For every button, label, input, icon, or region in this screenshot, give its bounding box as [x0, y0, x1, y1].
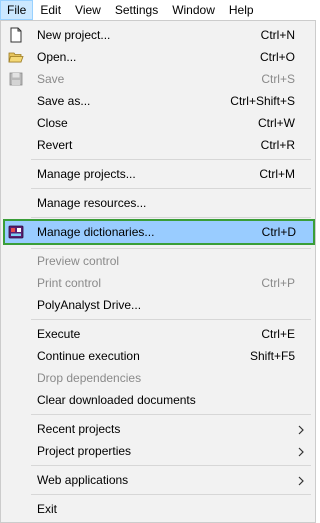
menu-item-label: Continue execution: [37, 349, 140, 363]
menu-item-open[interactable]: Open... Ctrl+O: [3, 46, 313, 68]
menu-item-manage-projects[interactable]: Manage projects... Ctrl+M: [3, 163, 313, 185]
menu-bar: File Edit View Settings Window Help: [0, 0, 316, 20]
menu-item-label: Exit: [37, 502, 58, 516]
menu-item-label: Recent projects: [37, 422, 121, 436]
menu-item-shortcut: Ctrl+N: [260, 28, 295, 42]
menu-item-label: Manage dictionaries...: [37, 225, 155, 239]
menu-item-shortcut: Ctrl+R: [260, 138, 295, 152]
menu-item-label: Web applications: [37, 473, 129, 487]
menu-item-exit[interactable]: Exit: [3, 498, 313, 520]
menu-item-project-properties[interactable]: Project properties: [3, 440, 313, 462]
menu-item-web-applications[interactable]: Web applications: [3, 469, 313, 491]
menu-item-drop-dependencies[interactable]: Drop dependencies: [3, 367, 313, 389]
menu-separator: [31, 159, 311, 160]
menu-separator: [31, 217, 311, 218]
menu-item-label: Print control: [37, 276, 102, 290]
menu-item-revert[interactable]: Revert Ctrl+R: [3, 134, 313, 156]
menu-item-manage-dictionaries[interactable]: Manage dictionaries... Ctrl+D: [3, 219, 315, 245]
menu-separator: [31, 319, 311, 320]
new-file-icon: [8, 27, 24, 43]
menu-item-label: Save: [37, 72, 65, 86]
menu-item-label: Preview control: [37, 254, 120, 268]
menu-item-shortcut: Ctrl+S: [261, 72, 295, 86]
menu-separator: [31, 414, 311, 415]
dictionaries-icon: [8, 224, 24, 240]
menu-item-shortcut: Ctrl+Shift+S: [230, 94, 295, 108]
menu-edit[interactable]: Edit: [33, 0, 68, 20]
open-folder-icon: [8, 49, 24, 65]
menu-item-shortcut: Ctrl+P: [261, 276, 295, 290]
chevron-right-icon: [298, 446, 304, 457]
menu-item-continue-execution[interactable]: Continue execution Shift+F5: [3, 345, 313, 367]
menu-item-new-project[interactable]: New project... Ctrl+N: [3, 24, 313, 46]
menu-item-label: Execute: [37, 327, 81, 341]
menu-item-label: Open...: [37, 50, 77, 64]
menu-item-shortcut: Ctrl+D: [261, 225, 296, 239]
menu-separator: [31, 494, 311, 495]
menu-item-execute[interactable]: Execute Ctrl+E: [3, 323, 313, 345]
menu-item-label: Project properties: [37, 444, 132, 458]
chevron-right-icon: [298, 475, 304, 486]
menu-item-clear-downloaded-documents[interactable]: Clear downloaded documents: [3, 389, 313, 411]
menu-window[interactable]: Window: [165, 0, 222, 20]
menu-item-shortcut: Ctrl+E: [261, 327, 295, 341]
menu-item-label: Drop dependencies: [37, 371, 142, 385]
menu-item-label: Clear downloaded documents: [37, 393, 196, 407]
file-menu-dropdown: New project... Ctrl+N Open... Ctrl+O Sav…: [0, 20, 316, 523]
menu-item-preview-control[interactable]: Preview control: [3, 250, 313, 272]
chevron-right-icon: [298, 424, 304, 435]
menu-item-label: Manage projects...: [37, 167, 136, 181]
menu-help[interactable]: Help: [222, 0, 261, 20]
menu-item-save[interactable]: Save Ctrl+S: [3, 68, 313, 90]
menu-item-label: PolyAnalyst Drive...: [37, 298, 142, 312]
menu-item-label: Revert: [37, 138, 73, 152]
menu-item-shortcut: Ctrl+O: [259, 50, 295, 64]
menu-item-shortcut: Ctrl+M: [259, 167, 295, 181]
menu-item-shortcut: Shift+F5: [249, 349, 295, 363]
menu-item-save-as[interactable]: Save as... Ctrl+Shift+S: [3, 90, 313, 112]
menu-item-polyanalyst-drive[interactable]: PolyAnalyst Drive...: [3, 294, 313, 316]
menu-settings[interactable]: Settings: [108, 0, 165, 20]
menu-item-label: Save as...: [37, 94, 91, 108]
menu-separator: [31, 465, 311, 466]
menu-item-label: Close: [37, 116, 68, 130]
menu-file[interactable]: File: [0, 0, 34, 20]
menu-item-manage-resources[interactable]: Manage resources...: [3, 192, 313, 214]
menu-item-shortcut: Ctrl+W: [258, 116, 295, 130]
menu-item-close[interactable]: Close Ctrl+W: [3, 112, 313, 134]
menu-view[interactable]: View: [68, 0, 108, 20]
menu-item-label: Manage resources...: [37, 196, 147, 210]
menu-item-recent-projects[interactable]: Recent projects: [3, 418, 313, 440]
save-icon: [8, 71, 24, 87]
menu-item-label: New project...: [37, 28, 111, 42]
menu-separator: [31, 188, 311, 189]
menu-item-print-control[interactable]: Print control Ctrl+P: [3, 272, 313, 294]
menu-separator: [31, 248, 311, 249]
